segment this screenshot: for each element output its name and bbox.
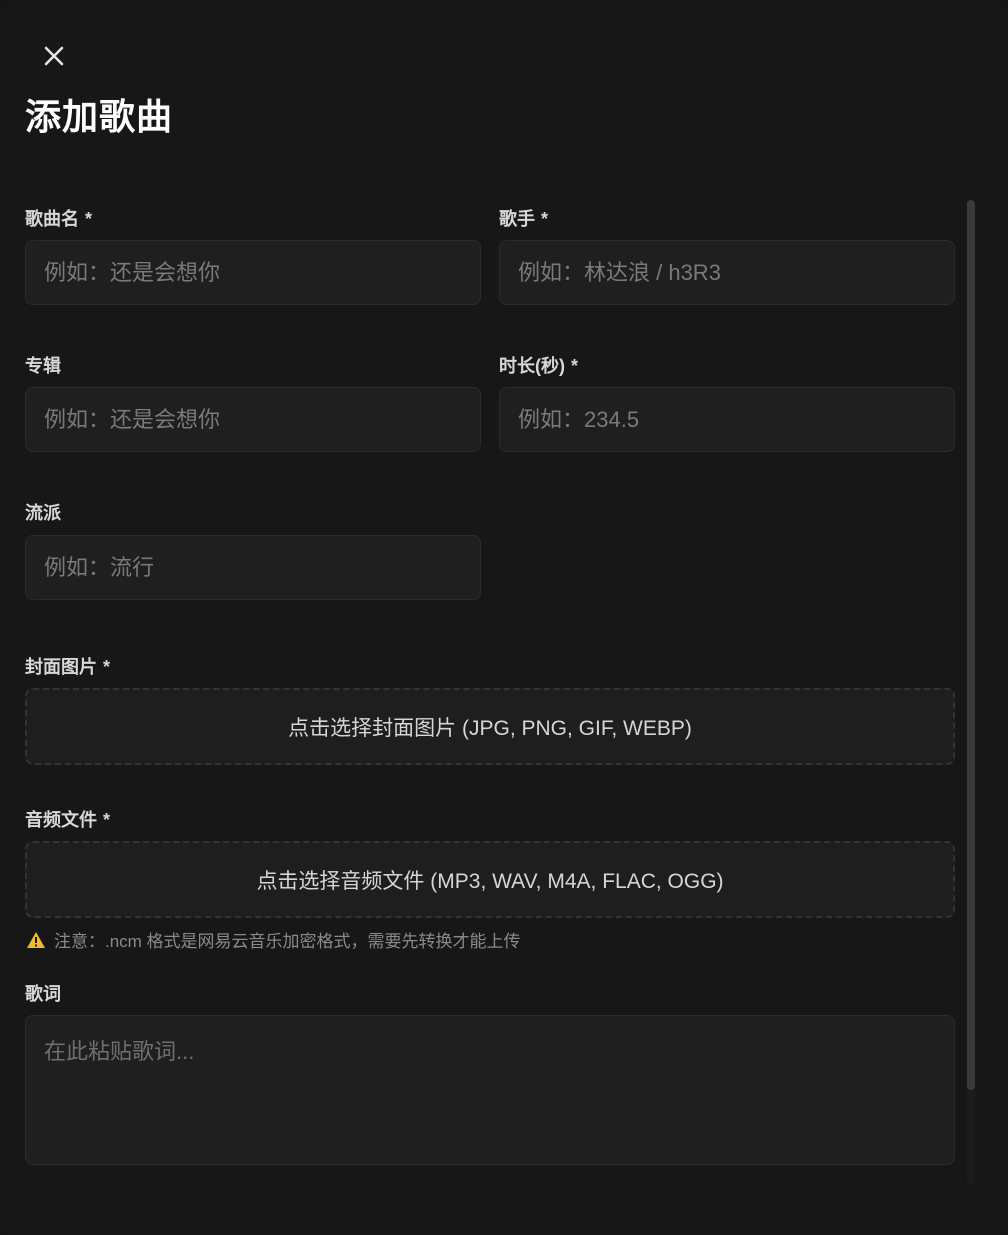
album-label: 专辑	[25, 352, 61, 378]
song-name-label-text: 歌曲名	[25, 209, 79, 229]
duration-input[interactable]	[499, 387, 955, 452]
artist-label: 歌手 *	[499, 205, 548, 231]
album-input[interactable]	[25, 387, 481, 452]
add-song-dialog: 添加歌曲 歌曲名 * 歌手 * 专辑 时长(秒) * 流派 封面图片 * 点击选择封面图…	[0, 0, 1008, 1235]
cover-upload-text: 点击选择封面图片 (JPG, PNG, GIF, WEBP)	[288, 716, 692, 740]
lyrics-label: 歌词	[25, 980, 61, 1006]
audio-label-text: 音频文件	[25, 810, 97, 830]
required-mark: *	[541, 209, 549, 229]
album-label-text: 专辑	[25, 356, 61, 376]
close-button[interactable]	[40, 42, 68, 70]
song-name-input[interactable]	[25, 240, 481, 305]
song-name-label: 歌曲名 *	[25, 205, 92, 231]
genre-label: 流派	[25, 499, 61, 525]
duration-label: 时长(秒) *	[499, 352, 578, 378]
artist-input[interactable]	[499, 240, 955, 305]
required-mark: *	[103, 657, 111, 677]
close-icon	[44, 46, 64, 66]
genre-label-text: 流派	[25, 503, 61, 523]
warning-icon	[27, 931, 45, 948]
lyrics-textarea[interactable]	[25, 1015, 955, 1165]
ncm-format-note: 注意：.ncm 格式是网易云音乐加密格式，需要先转换才能上传	[26, 927, 521, 952]
audio-label: 音频文件 *	[25, 806, 110, 832]
audio-upload-button[interactable]: 点击选择音频文件 (MP3, WAV, M4A, FLAC, OGG)	[25, 841, 955, 918]
cover-label-text: 封面图片	[25, 657, 97, 677]
cover-label: 封面图片 *	[25, 653, 110, 679]
note-text: 注意：.ncm 格式是网易云音乐加密格式，需要先转换才能上传	[54, 932, 521, 951]
lyrics-label-text: 歌词	[25, 984, 61, 1004]
duration-label-text: 时长(秒)	[499, 356, 565, 376]
artist-label-text: 歌手	[499, 209, 535, 229]
cover-upload-button[interactable]: 点击选择封面图片 (JPG, PNG, GIF, WEBP)	[25, 688, 955, 765]
required-mark: *	[571, 356, 579, 376]
dialog-title: 添加歌曲	[25, 96, 174, 137]
scrollbar-thumb[interactable]	[967, 200, 975, 1090]
required-mark: *	[85, 209, 93, 229]
scrollbar-track[interactable]	[967, 200, 975, 1185]
audio-upload-text: 点击选择音频文件 (MP3, WAV, M4A, FLAC, OGG)	[256, 869, 724, 893]
required-mark: *	[103, 810, 111, 830]
genre-input[interactable]	[25, 535, 481, 600]
